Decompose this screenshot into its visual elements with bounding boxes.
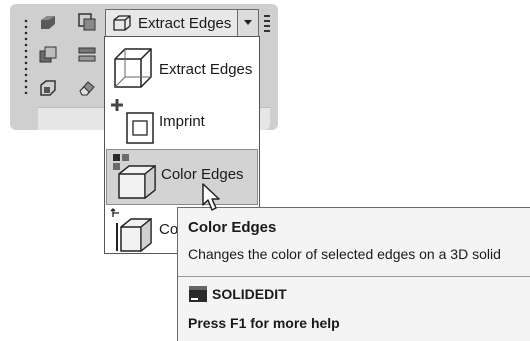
extract-edges-dropdown[interactable]: Extract Edges [105, 9, 259, 37]
solid-intersect-icon[interactable] [38, 45, 58, 65]
extract-edges-icon [114, 48, 152, 88]
dropdown-label: Extract Edges [138, 15, 232, 32]
menu-item-label: Imprint [159, 113, 205, 130]
menu-item-label: Extract Edges [159, 61, 253, 78]
solid-subtract-icon[interactable] [77, 12, 97, 32]
mouse-pointer-icon [202, 183, 220, 211]
interfere-icon[interactable] [38, 78, 58, 98]
command-prompt-icon [189, 286, 207, 302]
eraser-icon[interactable] [77, 78, 97, 98]
solid-union-icon[interactable] [38, 12, 58, 32]
tooltip: Color Edges Changes the color of selecte… [177, 207, 530, 341]
tooltip-help-hint: Press F1 for more help [188, 315, 340, 331]
menu-item-label: Co [159, 221, 179, 238]
panel-dialog-launcher-icon[interactable] [263, 14, 271, 38]
menu-item-extract-edges[interactable]: Extract Edges [105, 41, 259, 97]
tooltip-divider [178, 276, 530, 277]
tooltip-title: Color Edges [188, 219, 277, 236]
copy-edges-icon [110, 208, 152, 253]
dropdown-arrow-button[interactable] [237, 10, 258, 36]
menu-item-imprint[interactable]: Imprint [105, 95, 259, 151]
imprint-icon [111, 99, 154, 144]
color-edges-icon [113, 154, 156, 200]
menu-item-label: Color Edges [161, 166, 244, 183]
tooltip-description: Changes the color of selected edges on a… [188, 246, 501, 262]
chevron-down-icon [244, 20, 252, 25]
tooltip-command-name: SOLIDEDIT [212, 286, 287, 302]
menu-item-color-edges[interactable]: Color Edges [106, 149, 258, 205]
extract-edges-small-icon [113, 15, 131, 31]
panel-grip-handle[interactable] [23, 18, 29, 94]
slice-icon[interactable] [77, 45, 97, 65]
